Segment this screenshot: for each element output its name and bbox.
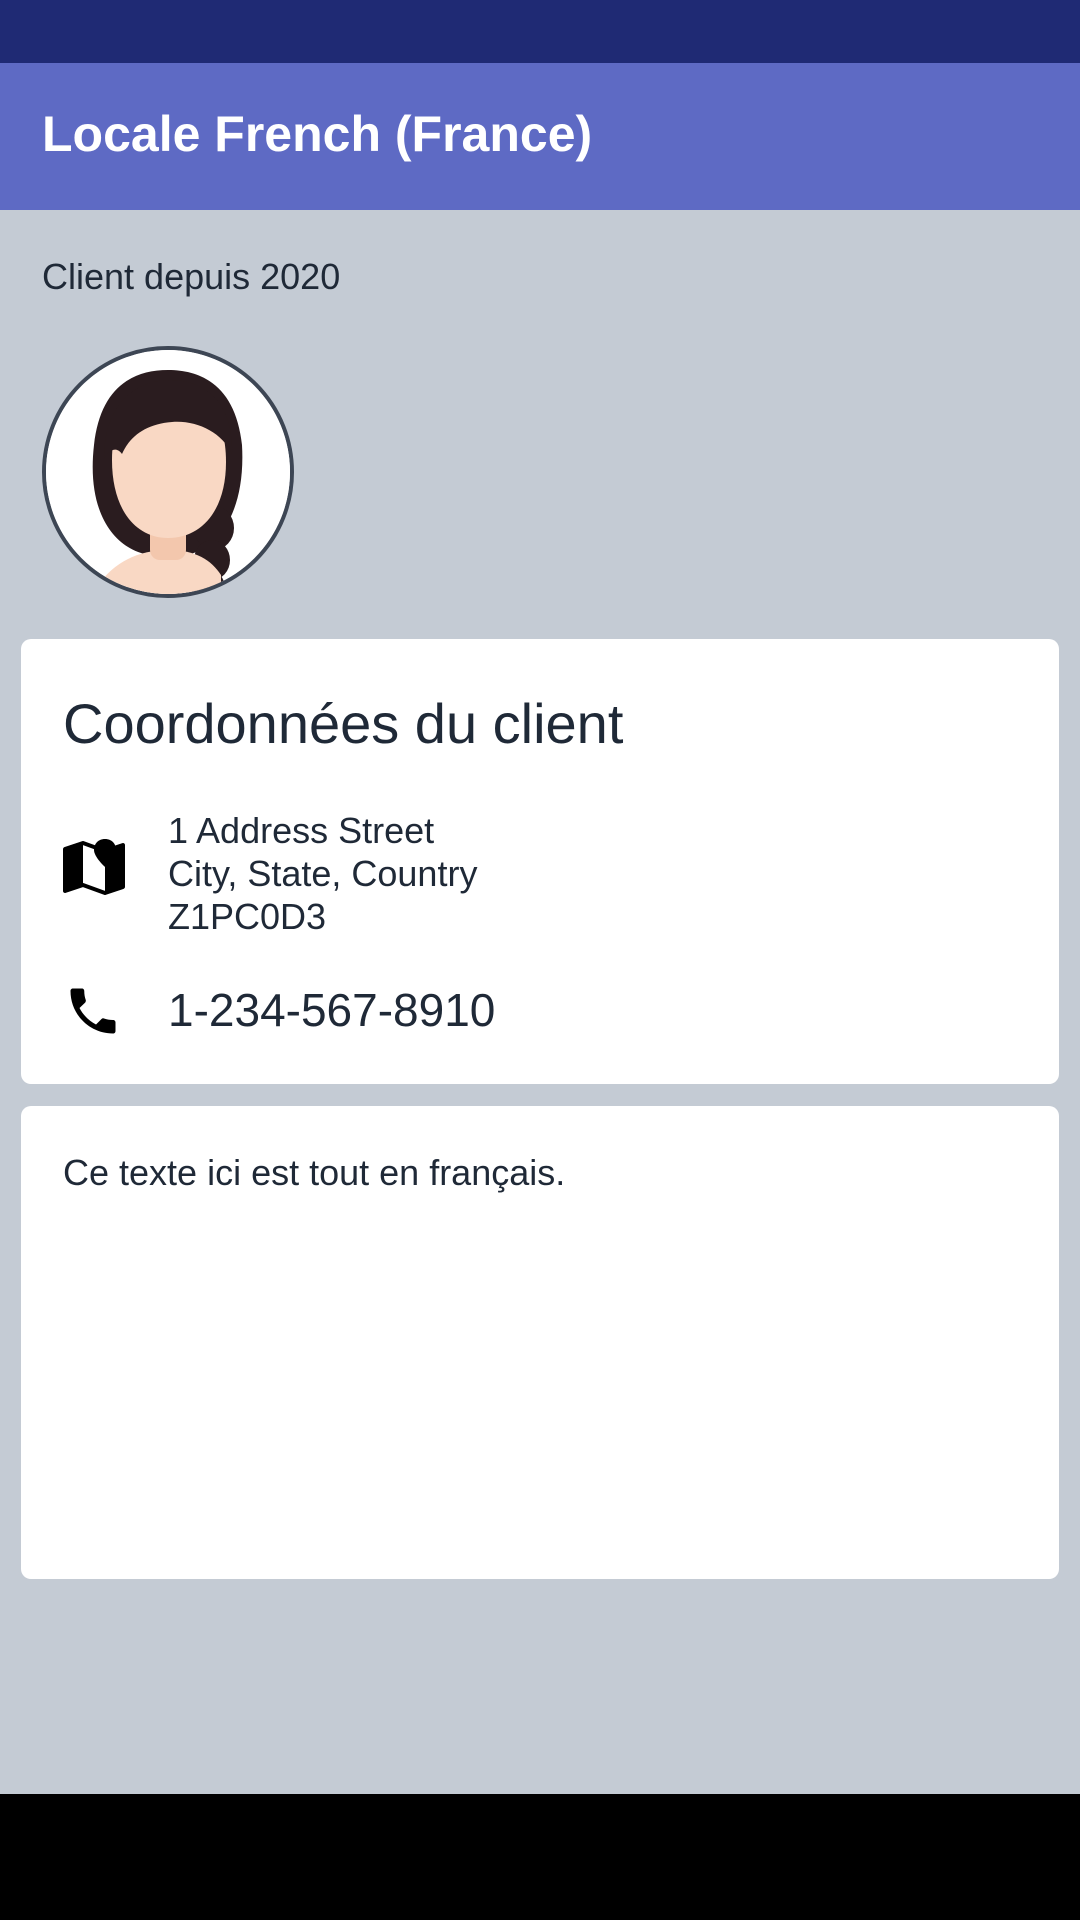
address-line-3: Z1PC0D3	[168, 896, 327, 937]
map-icon	[63, 839, 125, 895]
address-line-2: City, State, Country	[168, 853, 478, 894]
woman-avatar-icon	[46, 350, 290, 594]
avatar	[42, 346, 294, 598]
app-title: Locale French (France)	[42, 106, 593, 162]
contact-card: Coordonnées du client 1 Address Street C…	[21, 639, 1059, 1084]
client-since-label: Client depuis 2020	[42, 256, 341, 297]
app-bar: Locale French (France)	[0, 63, 1080, 210]
note-text: Ce texte ici est tout en français.	[63, 1152, 566, 1193]
address-line-1: 1 Address Street	[168, 810, 435, 851]
navigation-bar	[0, 1794, 1080, 1920]
address-block: 1 Address Street City, State, Country Z1…	[168, 809, 477, 938]
contact-card-title: Coordonnées du client	[63, 692, 624, 755]
note-card: Ce texte ici est tout en français.	[21, 1106, 1059, 1579]
phone-icon	[63, 981, 123, 1041]
phone-number[interactable]: 1-234-567-8910	[168, 983, 495, 1037]
status-bar	[0, 0, 1080, 63]
